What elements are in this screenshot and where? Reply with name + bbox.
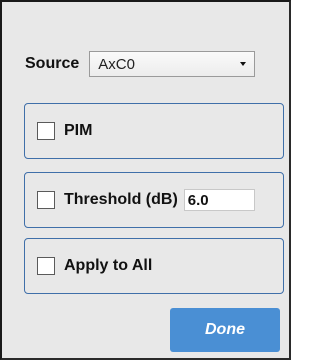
source-label: Source bbox=[25, 55, 80, 72]
apply-all-label: Apply to All bbox=[64, 257, 153, 274]
threshold-checkbox[interactable] bbox=[37, 191, 55, 209]
source-select[interactable]: AxC0 bbox=[89, 51, 256, 77]
threshold-input[interactable] bbox=[183, 189, 255, 211]
threshold-group: Threshold (dB) bbox=[24, 172, 284, 228]
settings-dialog: Source AxC0 PIM Threshold (dB) Apply to … bbox=[0, 0, 291, 360]
apply-all-group: Apply to All bbox=[24, 238, 284, 294]
chevron-down-icon bbox=[240, 62, 247, 66]
pim-checkbox[interactable] bbox=[37, 122, 55, 140]
source-row: Source AxC0 bbox=[25, 49, 256, 79]
done-button[interactable]: Done bbox=[170, 308, 280, 352]
pim-label: PIM bbox=[64, 122, 93, 139]
apply-all-checkbox[interactable] bbox=[37, 257, 55, 275]
threshold-label: Threshold (dB) bbox=[64, 191, 178, 208]
source-select-value: AxC0 bbox=[98, 55, 135, 73]
pim-group: PIM bbox=[24, 103, 284, 159]
